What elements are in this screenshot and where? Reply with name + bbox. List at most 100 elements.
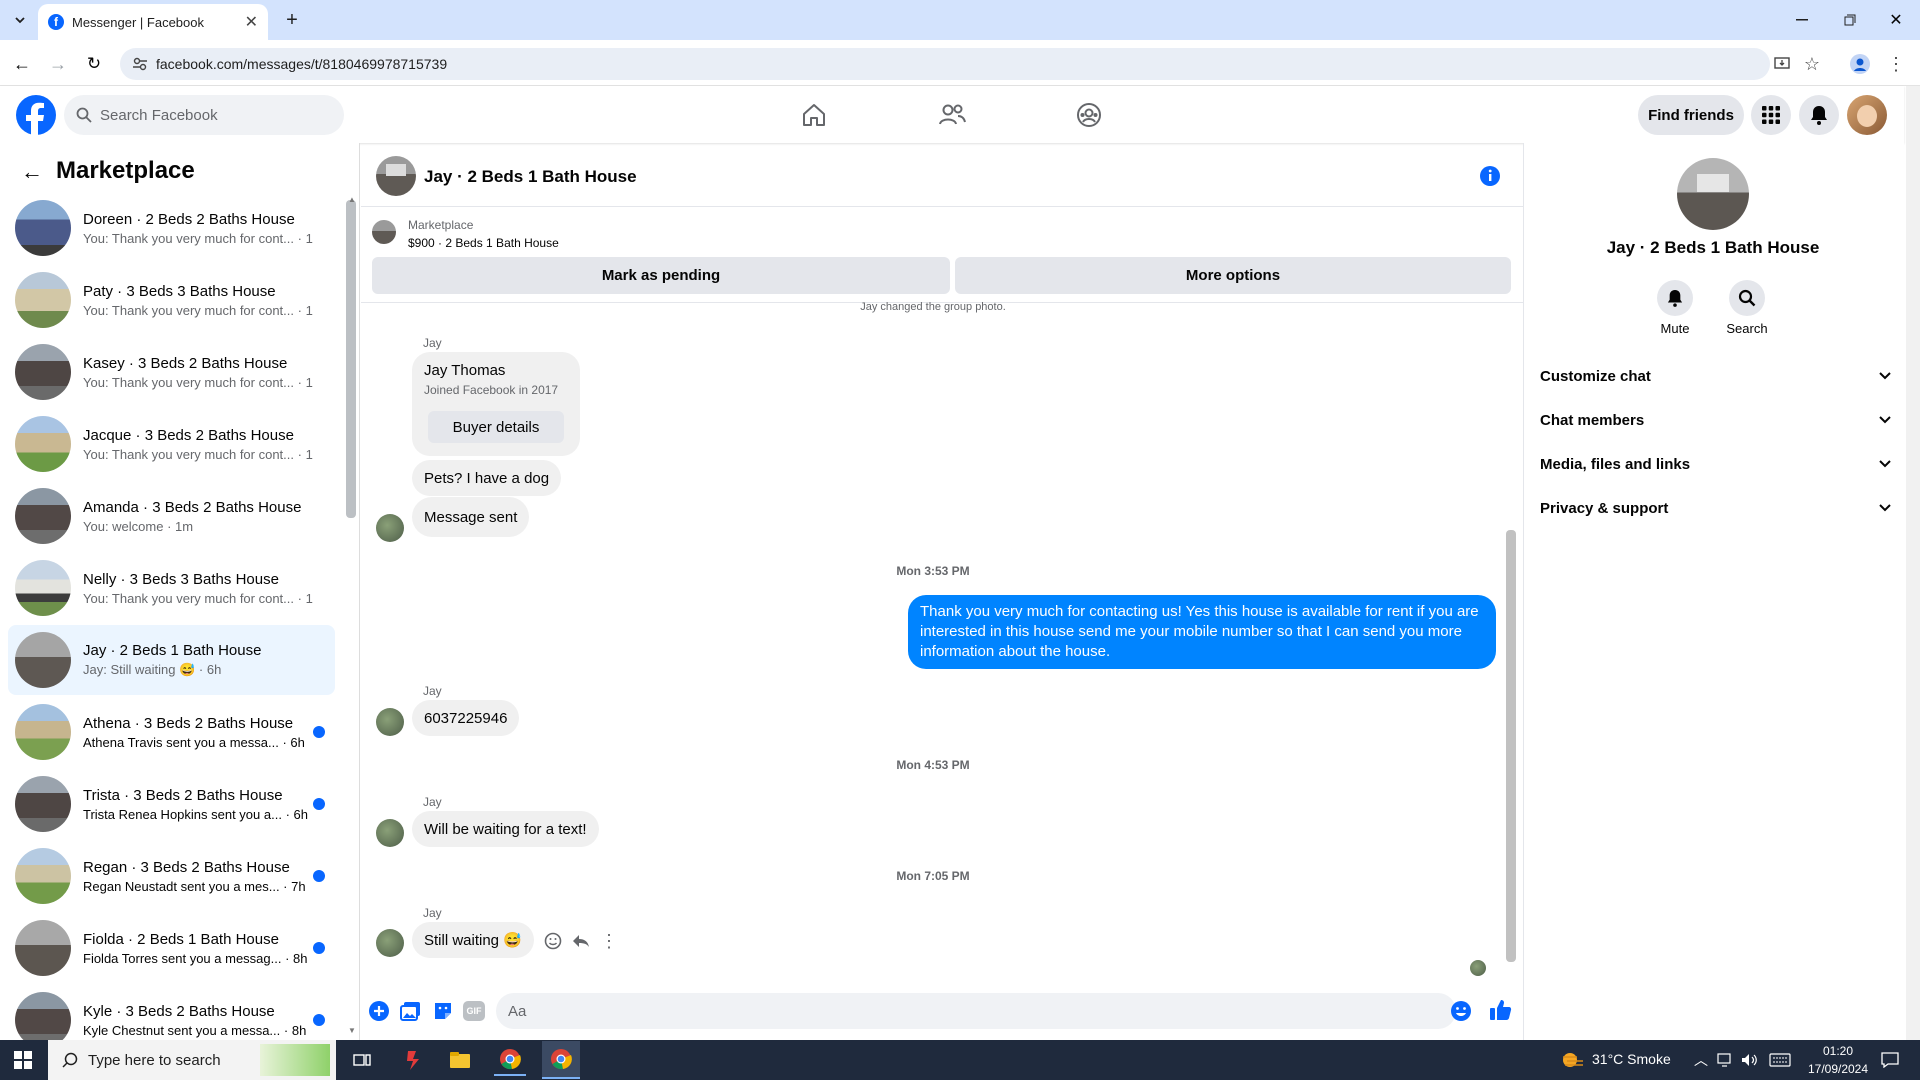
sender-avatar[interactable]: [376, 514, 404, 542]
conversation-item[interactable]: Athena · 3 Beds 2 Baths House Athena Trav…: [8, 697, 335, 767]
install-app-icon[interactable]: [1770, 52, 1794, 76]
tab-search-chevron-icon[interactable]: [8, 8, 32, 32]
close-window-icon[interactable]: ✕: [1884, 8, 1908, 32]
facebook-logo-icon[interactable]: [16, 95, 56, 135]
details-avatar[interactable]: [1677, 158, 1749, 230]
message-bubble[interactable]: Will be waiting for a text!: [412, 811, 599, 847]
account-avatar[interactable]: [1847, 95, 1887, 135]
sender-avatar[interactable]: [376, 708, 404, 736]
conversation-item[interactable]: Regan · 3 Beds 2 Baths House Regan Neusta…: [8, 841, 335, 911]
notifications-bell-icon[interactable]: [1799, 95, 1839, 135]
buyer-details-button[interactable]: Buyer details: [428, 411, 564, 443]
conversation-item[interactable]: Trista · 3 Beds 2 Baths House Trista Rene…: [8, 769, 335, 839]
browser-tab[interactable]: f Messenger | Facebook ✕: [38, 4, 268, 40]
media-files-links-row[interactable]: Media, files and links: [1540, 446, 1892, 482]
mute-bell-icon[interactable]: [1657, 280, 1693, 316]
photo-icon[interactable]: [400, 1000, 422, 1022]
bookmark-star-icon[interactable]: ☆: [1800, 52, 1824, 76]
more-actions-icon[interactable]: ⋮: [598, 930, 620, 952]
preview-time: 8h: [291, 1022, 307, 1038]
react-smile-icon[interactable]: [542, 930, 564, 952]
action-center-icon[interactable]: [1878, 1050, 1902, 1070]
profile-icon[interactable]: [1848, 52, 1872, 76]
weather-text[interactable]: 31°C Smoke: [1592, 1051, 1671, 1067]
reload-icon[interactable]: ↻: [82, 52, 106, 76]
like-thumb-icon[interactable]: [1489, 998, 1513, 1022]
mark-as-pending-button[interactable]: Mark as pending: [372, 257, 950, 294]
conversation-item[interactable]: Paty · 3 Beds 3 Baths House You: Thank yo…: [8, 265, 335, 335]
sender-avatar[interactable]: [376, 819, 404, 847]
info-icon[interactable]: [1479, 165, 1501, 187]
conversation-item[interactable]: Kasey · 3 Beds 2 Baths House You: Thank y…: [8, 337, 335, 407]
taskbar-search-box[interactable]: Type here to search: [48, 1040, 336, 1080]
scroll-up-arrow-icon[interactable]: ▲: [348, 195, 356, 204]
listing-thumb[interactable]: [372, 220, 396, 244]
weather-icon[interactable]: [1560, 1048, 1586, 1072]
conversation-item[interactable]: Fiolda · 2 Beds 1 Bath House Fiolda Torre…: [8, 913, 335, 983]
show-hidden-icons-icon[interactable]: ︿: [1694, 1050, 1708, 1070]
chrome-icon[interactable]: [494, 1044, 526, 1076]
chat-members-row[interactable]: Chat members: [1540, 402, 1892, 438]
browser-menu-icon[interactable]: ⋮: [1884, 52, 1908, 76]
search-in-chat-icon[interactable]: [1729, 280, 1765, 316]
facebook-search-input[interactable]: Search Facebook: [64, 95, 344, 135]
close-tab-icon[interactable]: ✕: [245, 12, 258, 32]
conversation-item[interactable]: Jacque · 3 Beds 2 Baths House You: Thank …: [8, 409, 335, 479]
site-info-icon[interactable]: [132, 56, 148, 72]
clock-time[interactable]: 01:20: [1798, 1044, 1878, 1058]
chat-avatar[interactable]: [376, 156, 416, 196]
menu-grid-icon[interactable]: [1751, 95, 1791, 135]
plus-circle-icon[interactable]: [368, 1000, 390, 1022]
conversation-text: Kyle · 3 Beds 2 Baths House Kyle Chestnut…: [83, 1003, 313, 1038]
conversation-item[interactable]: Jay · 2 Beds 1 Bath House Jay: Still wait…: [8, 625, 335, 695]
conversation-item[interactable]: Nelly · 3 Beds 3 Baths House You: Thank y…: [8, 553, 335, 623]
friends-icon[interactable]: [936, 100, 968, 130]
privacy-support-row[interactable]: Privacy & support: [1540, 490, 1892, 526]
sidebar-scrollbar[interactable]: [346, 200, 356, 518]
message-input[interactable]: Aa: [496, 993, 1456, 1029]
gif-icon[interactable]: GIF: [463, 1001, 485, 1021]
new-tab-icon[interactable]: +: [280, 8, 304, 32]
message-bubble[interactable]: Message sent: [412, 497, 530, 537]
separator: ·: [281, 950, 294, 966]
find-friends-button[interactable]: Find friends: [1638, 95, 1744, 135]
network-icon[interactable]: [1716, 1050, 1736, 1070]
minimize-icon[interactable]: [1790, 8, 1814, 32]
groups-icon[interactable]: [1073, 100, 1105, 130]
message-bubble[interactable]: Pets? I have a dog: [412, 460, 562, 496]
back-arrow-icon[interactable]: ←: [18, 158, 46, 186]
preview-time: 1m: [305, 374, 313, 390]
clock-date[interactable]: 17/09/2024: [1798, 1062, 1878, 1076]
customize-chat-row[interactable]: Customize chat: [1540, 358, 1892, 394]
sticker-icon[interactable]: [432, 1000, 454, 1022]
url-field[interactable]: facebook.com/messages/t/8180469978715739: [120, 48, 1770, 80]
restore-icon[interactable]: [1838, 8, 1862, 32]
task-view-icon[interactable]: [350, 1048, 374, 1072]
details-name: Jay · 2 Beds 1 Bath House: [1606, 238, 1820, 257]
page-scrollbar[interactable]: [1906, 86, 1920, 1040]
home-icon[interactable]: [798, 100, 830, 130]
outgoing-message-bubble[interactable]: Thank you very much for contacting us! Y…: [908, 595, 1496, 669]
more-options-button[interactable]: More options: [955, 257, 1511, 294]
message-bubble[interactable]: 6037225946: [412, 700, 520, 736]
chrome-active-icon[interactable]: [542, 1041, 580, 1079]
listing-price[interactable]: $900 · 2 Beds 1 Bath House: [408, 236, 559, 250]
forward-icon[interactable]: →: [46, 52, 70, 76]
file-explorer-icon[interactable]: [446, 1046, 474, 1074]
app-icon-red[interactable]: [400, 1046, 428, 1074]
windows-start-icon[interactable]: [14, 1051, 32, 1069]
preview-time: 1m: [305, 230, 313, 246]
conversation-item[interactable]: Doreen · 2 Beds 2 Baths House You: Thank …: [8, 193, 335, 263]
conversation-item[interactable]: Amanda · 3 Beds 2 Baths House You: welcom…: [8, 481, 335, 551]
scroll-down-arrow-icon[interactable]: ▼: [348, 1026, 356, 1035]
reply-icon[interactable]: [570, 930, 592, 952]
keyboard-icon[interactable]: [1768, 1050, 1792, 1070]
volume-icon[interactable]: [1740, 1050, 1760, 1070]
emoji-icon[interactable]: [1450, 1000, 1472, 1022]
chat-title[interactable]: Jay · 2 Beds 1 Bath House: [424, 167, 637, 187]
chat-scrollbar[interactable]: [1506, 530, 1516, 962]
back-icon[interactable]: ←: [10, 52, 34, 76]
message-bubble[interactable]: Still waiting 😅: [412, 922, 534, 958]
sender-avatar[interactable]: [376, 929, 404, 957]
conversation-text: Kasey · 3 Beds 2 Baths House You: Thank y…: [83, 355, 313, 390]
